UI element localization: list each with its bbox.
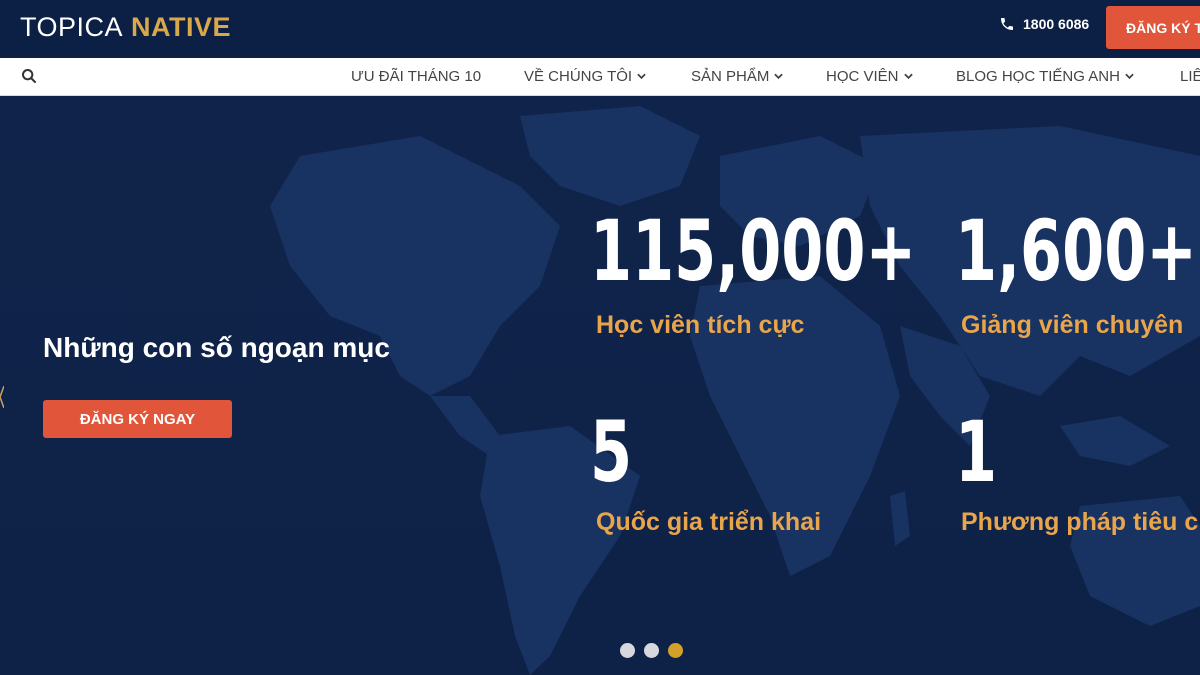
nav-item-uu-dai[interactable]: ƯU ĐÃI THÁNG 10	[351, 68, 481, 85]
nav-item-ve-chung-toi[interactable]: VỀ CHÚNG TÔI	[524, 68, 646, 85]
stat-number-teachers: 1,600+	[955, 202, 1197, 300]
stat-label-students: Học viên tích cực	[596, 311, 805, 339]
logo-text-topica: TOPICA	[20, 11, 124, 42]
phone-icon	[1001, 18, 1013, 30]
hotline[interactable]: 1800 6086	[999, 16, 1089, 32]
chevron-down-icon	[774, 73, 784, 80]
nav-item-blog[interactable]: BLOG HỌC TIẾNG ANH	[956, 68, 1134, 85]
nav-item-lien-he[interactable]: LIÊ	[1180, 68, 1200, 85]
main-nav: ƯU ĐÃI THÁNG 10 VỀ CHÚNG TÔI SẢN PHẨM HỌ…	[0, 58, 1200, 96]
nav-item-label: VỀ CHÚNG TÔI	[524, 68, 633, 85]
slider-prev-arrow[interactable]	[0, 386, 4, 408]
nav-item-label: ƯU ĐÃI THÁNG 10	[351, 68, 482, 85]
search-icon[interactable]	[21, 68, 37, 84]
nav-item-label: SẢN PHẨM	[691, 68, 770, 85]
slider-dots	[620, 643, 683, 658]
slider-dot-3[interactable]	[668, 643, 683, 658]
nav-item-san-pham[interactable]: SẢN PHẨM	[691, 68, 784, 85]
hero-section: Những con số ngoạn mục ĐĂNG KÝ NGAY 115,…	[0, 96, 1200, 675]
phone-number: 1800 6086	[1023, 16, 1090, 32]
register-button-top[interactable]: ĐĂNG KÝ T	[1106, 6, 1200, 49]
stat-label-teachers: Giảng viên chuyên	[961, 311, 1184, 339]
chevron-down-icon	[1125, 73, 1134, 80]
top-bar: TOPICA NATIVE 1800 6086 ĐĂNG KÝ T	[0, 0, 1200, 58]
logo-text-native: NATIVE	[131, 11, 232, 42]
register-now-button[interactable]: ĐĂNG KÝ NGAY	[43, 400, 232, 438]
chevron-down-icon	[903, 73, 913, 80]
slider-dot-2[interactable]	[644, 643, 659, 658]
slider-dot-1[interactable]	[620, 643, 635, 658]
nav-item-label: BLOG HỌC TIẾNG ANH	[956, 68, 1120, 85]
hero-title: Những con số ngoạn mục	[43, 332, 390, 363]
nav-item-hoc-vien[interactable]: HỌC VIÊN	[826, 68, 913, 85]
stat-label-countries: Quốc gia triển khai	[596, 508, 822, 536]
nav-item-label: LIÊ	[1180, 68, 1200, 85]
chevron-down-icon	[637, 73, 646, 80]
nav-item-label: HỌC VIÊN	[826, 68, 899, 85]
stat-number-countries: 5	[590, 403, 633, 501]
stat-number-method: 1	[955, 403, 998, 501]
stat-number-students: 115,000+	[590, 202, 917, 300]
world-map-background	[270, 106, 1200, 675]
logo[interactable]: TOPICA NATIVE	[20, 11, 231, 43]
stat-label-method: Phương pháp tiêu c	[961, 508, 1199, 536]
